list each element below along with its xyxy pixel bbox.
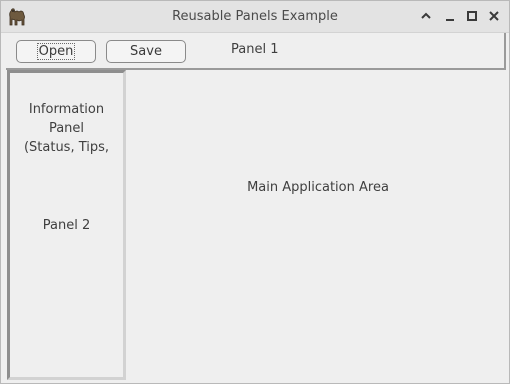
side-panel-2: Information Panel (Status, Tips, Panel 2: [7, 70, 126, 380]
application-window: Reusable Panels Example Open Save Panel …: [0, 0, 510, 384]
main-area-label: Main Application Area: [247, 180, 389, 195]
chevron-up-icon[interactable]: [417, 7, 435, 25]
open-button[interactable]: Open: [16, 40, 96, 63]
panel-2-label: Panel 2: [42, 218, 91, 233]
save-button-label: Save: [130, 44, 162, 59]
minimize-icon[interactable]: [441, 7, 459, 25]
close-icon[interactable]: [485, 7, 503, 25]
camel-app-icon[interactable]: [7, 5, 27, 27]
panel-1-label: Panel 1: [231, 42, 279, 57]
open-button-label: Open: [36, 43, 76, 60]
save-button[interactable]: Save: [106, 40, 186, 63]
maximize-icon[interactable]: [463, 7, 481, 25]
title-bar[interactable]: Reusable Panels Example: [1, 1, 509, 33]
information-panel-text: Information Panel (Status, Tips,: [23, 102, 110, 155]
toolbar-panel-1: Open Save Panel 1: [6, 33, 506, 70]
main-application-area: Main Application Area: [126, 70, 510, 384]
